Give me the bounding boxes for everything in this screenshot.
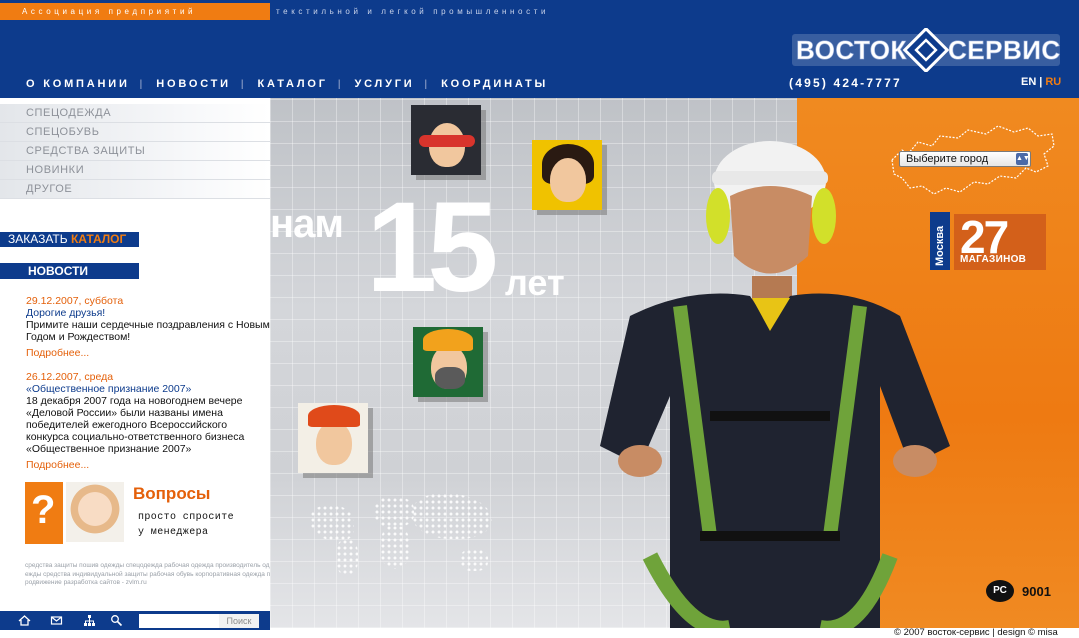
news-heading: НОВОСТИ (0, 263, 139, 279)
city-select[interactable]: Выберите город ▲▼ (899, 151, 1031, 167)
hero-text-let: лет (505, 262, 565, 303)
stores-label: МАГАЗИНОВ (960, 254, 1027, 265)
product-photo-respirator[interactable] (413, 327, 483, 397)
news-date: 26.12.2007, среда (26, 371, 114, 383)
nav-separator: | (139, 78, 143, 90)
nav-separator: | (424, 78, 428, 90)
order-catalog-highlight: КАТАЛОГ (70, 232, 127, 246)
language-switcher: EN | RU (1021, 76, 1061, 88)
svg-text:ВОСТОК: ВОСТОК (796, 35, 907, 65)
left-sidebar: СПЕЦОДЕЖДА СПЕЦОБУВЬ СРЕДСТВА ЗАЩИТЫ НОВ… (0, 98, 270, 638)
company-logo[interactable]: ВОСТОК СЕРВИС (790, 28, 1062, 72)
news-date: 29.12.2007, суббота (26, 295, 124, 307)
news-body: Примите наши сердечные поздравления с Но… (26, 319, 270, 343)
seo-tags-text: средства защиты пошив одежды спецодежда … (25, 562, 271, 587)
certification-number: 9001 (1022, 583, 1051, 599)
category-other[interactable]: ДРУГОЕ (0, 180, 270, 199)
mail-icon[interactable] (50, 614, 63, 627)
lang-ru-link[interactable]: RU (1045, 76, 1061, 88)
world-map-graphic (300, 493, 500, 583)
category-footwear[interactable]: СПЕЦОБУВЬ (0, 123, 270, 142)
stores-city-label: Москва (930, 212, 950, 270)
news-item: 26.12.2007, среда «Общественное признани… (26, 371, 270, 471)
nav-news[interactable]: НОВОСТИ (156, 78, 231, 90)
nav-services[interactable]: УСЛУГИ (354, 78, 414, 90)
category-menu: СПЕЦОДЕЖДА СПЕЦОБУВЬ СРЕДСТВА ЗАЩИТЫ НОВ… (0, 104, 270, 199)
news-item: 29.12.2007, суббота Дорогие друзья! Прим… (26, 295, 270, 359)
sitemap-icon[interactable] (83, 614, 96, 627)
utility-bar: Поиск (0, 611, 270, 630)
hero-years-number: 15 (366, 176, 498, 319)
site-header: Ассоциация предприятий текстильной и лег… (0, 0, 1079, 98)
search-icon[interactable] (110, 614, 123, 627)
question-mark-icon: ? (25, 482, 63, 544)
news-title-link[interactable]: Дорогие друзья! (26, 307, 270, 319)
product-photo-goggles[interactable] (411, 105, 481, 175)
stores-count-box: 27 МАГАЗИНОВ (954, 211, 1046, 270)
city-select-value: Выберите город (906, 153, 989, 165)
faq-block[interactable]: ? Вопросы просто спросите у менеджера (25, 482, 255, 544)
nav-contacts[interactable]: КООРДИНАТЫ (441, 78, 548, 90)
category-new[interactable]: НОВИНКИ (0, 161, 270, 180)
certification-mark-icon: РС (986, 580, 1014, 602)
association-label-continued: текстильной и легкой промышленности (276, 7, 550, 16)
nav-catalog[interactable]: КАТАЛОГ (258, 78, 328, 90)
main-navigation: О КОМПАНИИ | НОВОСТИ | КАТАЛОГ | УСЛУГИ … (26, 77, 548, 91)
news-title-link[interactable]: «Общественное признание 2007» (26, 383, 270, 395)
news-more-link[interactable]: Подробнее... (26, 459, 270, 471)
order-catalog-button[interactable]: ЗАКАЗАТЬ КАТАЛОГ (0, 232, 139, 247)
hero-text-nam: нам (270, 202, 344, 246)
copyright-text: © 2007 восток-сервис | design © misa (894, 627, 1058, 638)
lang-en-link[interactable]: EN (1021, 76, 1036, 88)
association-bar: Ассоциация предприятий текстильной и лег… (0, 3, 549, 20)
chevron-down-icon: ▲▼ (1016, 153, 1030, 165)
search-input[interactable] (139, 614, 219, 628)
order-catalog-prefix: ЗАКАЗАТЬ (8, 232, 68, 246)
category-protection[interactable]: СРЕДСТВА ЗАЩИТЫ (0, 142, 270, 161)
nav-about[interactable]: О КОМПАНИИ (26, 78, 130, 90)
faq-subtitle: просто спросите у менеджера (138, 512, 235, 538)
category-workwear[interactable]: СПЕЦОДЕЖДА (0, 104, 270, 123)
manager-photo (66, 482, 124, 542)
news-body: 18 декабря 2007 года на новогоднем вечер… (26, 395, 245, 455)
svg-text:СЕРВИС: СЕРВИС (948, 35, 1061, 65)
association-label: Ассоциация предприятий (0, 3, 270, 20)
product-photo-helmet-woman[interactable] (298, 403, 368, 473)
faq-title: Вопросы (133, 484, 211, 503)
search-button[interactable]: Поиск (219, 614, 259, 628)
certification: РС 9001 (986, 580, 1051, 602)
home-icon[interactable] (18, 614, 31, 627)
news-more-link[interactable]: Подробнее... (26, 347, 270, 359)
nav-separator: | (337, 78, 341, 90)
stores-badge[interactable]: Москва 27 МАГАЗИНОВ (930, 211, 1048, 270)
nav-separator: | (240, 78, 244, 90)
hero-banner: нам 15 лет Выберите город ▲▼ Москва 27 М… (270, 98, 1079, 628)
phone-number: (495) 424-7777 (789, 76, 902, 90)
lang-separator: | (1039, 76, 1043, 88)
